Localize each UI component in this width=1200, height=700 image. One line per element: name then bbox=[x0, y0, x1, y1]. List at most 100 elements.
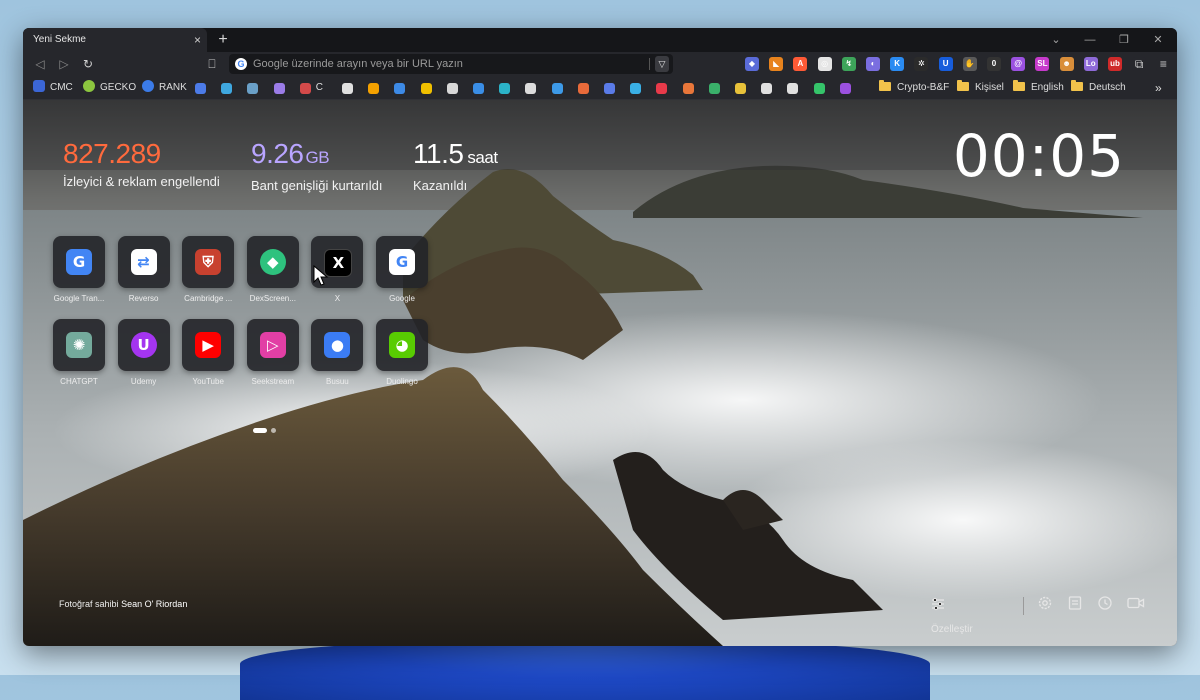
page-dot-active[interactable] bbox=[253, 428, 267, 433]
bm-icon-8[interactable] bbox=[394, 83, 406, 94]
udemy-icon: U bbox=[130, 332, 157, 358]
bm-icon-7[interactable] bbox=[368, 83, 380, 94]
address-input[interactable] bbox=[253, 54, 633, 74]
bookmark-page-icon[interactable]: ⎕ bbox=[203, 55, 221, 73]
reload-button[interactable]: ↻ bbox=[79, 55, 97, 73]
tile-chatgpt[interactable]: ✺ CHATGPT bbox=[53, 319, 105, 386]
ext-1-icon[interactable]: ◆ bbox=[745, 57, 759, 71]
bm-icon-19[interactable] bbox=[682, 83, 694, 94]
minimize-button[interactable]: — bbox=[1073, 28, 1107, 52]
bm-icon-6[interactable] bbox=[342, 83, 353, 94]
tile-busuu[interactable]: ● Busuu bbox=[311, 319, 364, 386]
new-tab-button[interactable]: + bbox=[213, 28, 233, 52]
tile-google-translate[interactable]: G Google Tran... bbox=[53, 236, 105, 303]
settings-button[interactable] bbox=[1037, 594, 1053, 618]
ext-11-icon[interactable]: 0 bbox=[987, 57, 1001, 71]
page-dot[interactable] bbox=[271, 428, 276, 433]
back-button[interactable]: ◁ bbox=[31, 55, 49, 73]
folder-kisisel[interactable]: Kişisel bbox=[957, 80, 1004, 96]
tile-google[interactable]: G Google bbox=[376, 236, 428, 303]
bm-icon-5[interactable] bbox=[299, 83, 311, 94]
bm-icon-4[interactable] bbox=[273, 83, 285, 94]
bookmark-gecko[interactable]: GECKO bbox=[83, 80, 136, 96]
close-window-button[interactable]: ✕ bbox=[1141, 28, 1175, 52]
bm-icon-25[interactable] bbox=[839, 83, 851, 94]
bm-icon-3[interactable] bbox=[247, 83, 259, 94]
tile-cambridge[interactable]: ⛨ Cambridge ... bbox=[182, 236, 235, 303]
cambridge-icon: ⛨ bbox=[195, 249, 222, 275]
bm-icon-1[interactable] bbox=[195, 83, 206, 94]
tile-box: U bbox=[117, 319, 170, 371]
ext-15-icon[interactable]: Lo bbox=[1083, 57, 1098, 71]
bookmarks-overflow-button[interactable]: » bbox=[1155, 80, 1162, 96]
tile-duolingo[interactable]: ◕ Duolingo bbox=[376, 319, 428, 386]
tile-youtube[interactable]: ▶ YouTube bbox=[182, 319, 235, 386]
tile-box: ▶ bbox=[182, 319, 235, 371]
tile-box: ⇄ bbox=[117, 236, 170, 288]
tab-search-chevron-icon[interactable]: ⌄ bbox=[1039, 28, 1073, 52]
bitwarden-icon[interactable]: U bbox=[938, 57, 953, 71]
bm-icon-23[interactable] bbox=[787, 83, 799, 94]
tab-close-icon[interactable]: × bbox=[194, 28, 201, 52]
bm-icon-2[interactable] bbox=[221, 83, 233, 94]
tab-new-tab[interactable]: Yeni Sekme × bbox=[23, 28, 207, 52]
bm-icon-18[interactable] bbox=[656, 83, 668, 94]
bm-icon-22[interactable] bbox=[761, 83, 773, 94]
bm-icon-12[interactable] bbox=[499, 83, 511, 94]
dexscreener-icon: ◆ bbox=[259, 249, 286, 275]
forward-button[interactable]: ▷ bbox=[55, 55, 73, 73]
ext-4-icon[interactable]: ◎ bbox=[817, 57, 832, 71]
tile-udemy[interactable]: U Udemy bbox=[117, 319, 170, 386]
menu-icon[interactable]: ≡ bbox=[1156, 57, 1171, 71]
brave-talk-button[interactable] bbox=[1127, 594, 1145, 618]
bm-icon-21[interactable] bbox=[735, 83, 746, 94]
tile-label: CHATGPT bbox=[60, 377, 98, 386]
bookmark-gmail-c[interactable]: C bbox=[316, 80, 323, 96]
ext-5-icon[interactable]: ↯ bbox=[841, 57, 856, 71]
photo-credit-author[interactable]: Sean O' Riordan bbox=[121, 599, 187, 609]
history-button[interactable] bbox=[1097, 594, 1113, 618]
ext-14-icon[interactable]: ☻ bbox=[1059, 57, 1074, 71]
folder-deutsch[interactable]: Deutsch bbox=[1071, 80, 1126, 96]
bm-icon-13[interactable] bbox=[525, 83, 537, 94]
brave-shields-icon[interactable]: ▽ bbox=[655, 56, 669, 72]
ext-12-icon[interactable]: @ bbox=[1011, 57, 1026, 71]
folder-crypto[interactable]: Crypto-B&F bbox=[879, 80, 949, 96]
bandwidth-unit: GB bbox=[305, 148, 330, 167]
bookmark-rank[interactable]: RANK bbox=[142, 80, 187, 96]
stat-trackers-blocked: 827.289 İzleyici & reklam engellendi bbox=[63, 138, 220, 189]
ext-10-icon[interactable]: ✋ bbox=[962, 57, 977, 71]
metamask-icon[interactable]: ◣ bbox=[769, 57, 784, 71]
bm-icon-9[interactable] bbox=[420, 83, 432, 94]
address-bar[interactable]: G ▽ bbox=[229, 54, 673, 74]
bm-icon-24[interactable] bbox=[813, 83, 825, 94]
time-label: Kazanıldı bbox=[413, 178, 468, 193]
bm-icon-14[interactable] bbox=[551, 83, 563, 94]
folder-english[interactable]: English bbox=[1013, 80, 1064, 96]
bookmarks-button[interactable] bbox=[1067, 594, 1083, 618]
ext-16-icon[interactable]: ub bbox=[1108, 57, 1122, 71]
ext-6-icon[interactable]: ◐ bbox=[866, 57, 880, 71]
puzzle-icon[interactable]: ⧉ bbox=[1132, 57, 1147, 71]
ext-7-icon[interactable]: K bbox=[890, 57, 905, 71]
tile-dexscreener[interactable]: ◆ DexScreen... bbox=[246, 236, 299, 303]
bm-icon-15[interactable] bbox=[577, 83, 589, 94]
ext-3-icon[interactable]: A bbox=[793, 57, 808, 71]
bm-icon-17[interactable] bbox=[630, 83, 642, 94]
maximize-button[interactable]: ❐ bbox=[1107, 28, 1141, 52]
bm-icon-11[interactable] bbox=[473, 83, 484, 94]
ext-8-icon[interactable]: ✲ bbox=[914, 57, 929, 71]
bm-icon-10[interactable] bbox=[446, 83, 458, 94]
bm-icon-20[interactable] bbox=[708, 83, 720, 94]
ext-13-icon[interactable]: SL bbox=[1035, 57, 1050, 71]
customize-button[interactable]: Özelleştir bbox=[931, 594, 973, 635]
toolbar-divider bbox=[1023, 597, 1024, 615]
tile-label: Google bbox=[389, 294, 415, 303]
bm-icon-16[interactable] bbox=[604, 83, 615, 94]
bookmark-cmc[interactable]: CMC bbox=[33, 80, 73, 96]
tile-reverso[interactable]: ⇄ Reverso bbox=[117, 236, 170, 303]
folder-icon bbox=[1013, 80, 1025, 91]
tile-streaming[interactable]: ▷ Seekstream bbox=[246, 319, 299, 386]
folder-label: English bbox=[1031, 82, 1064, 93]
tile-box: ◆ bbox=[246, 236, 299, 288]
